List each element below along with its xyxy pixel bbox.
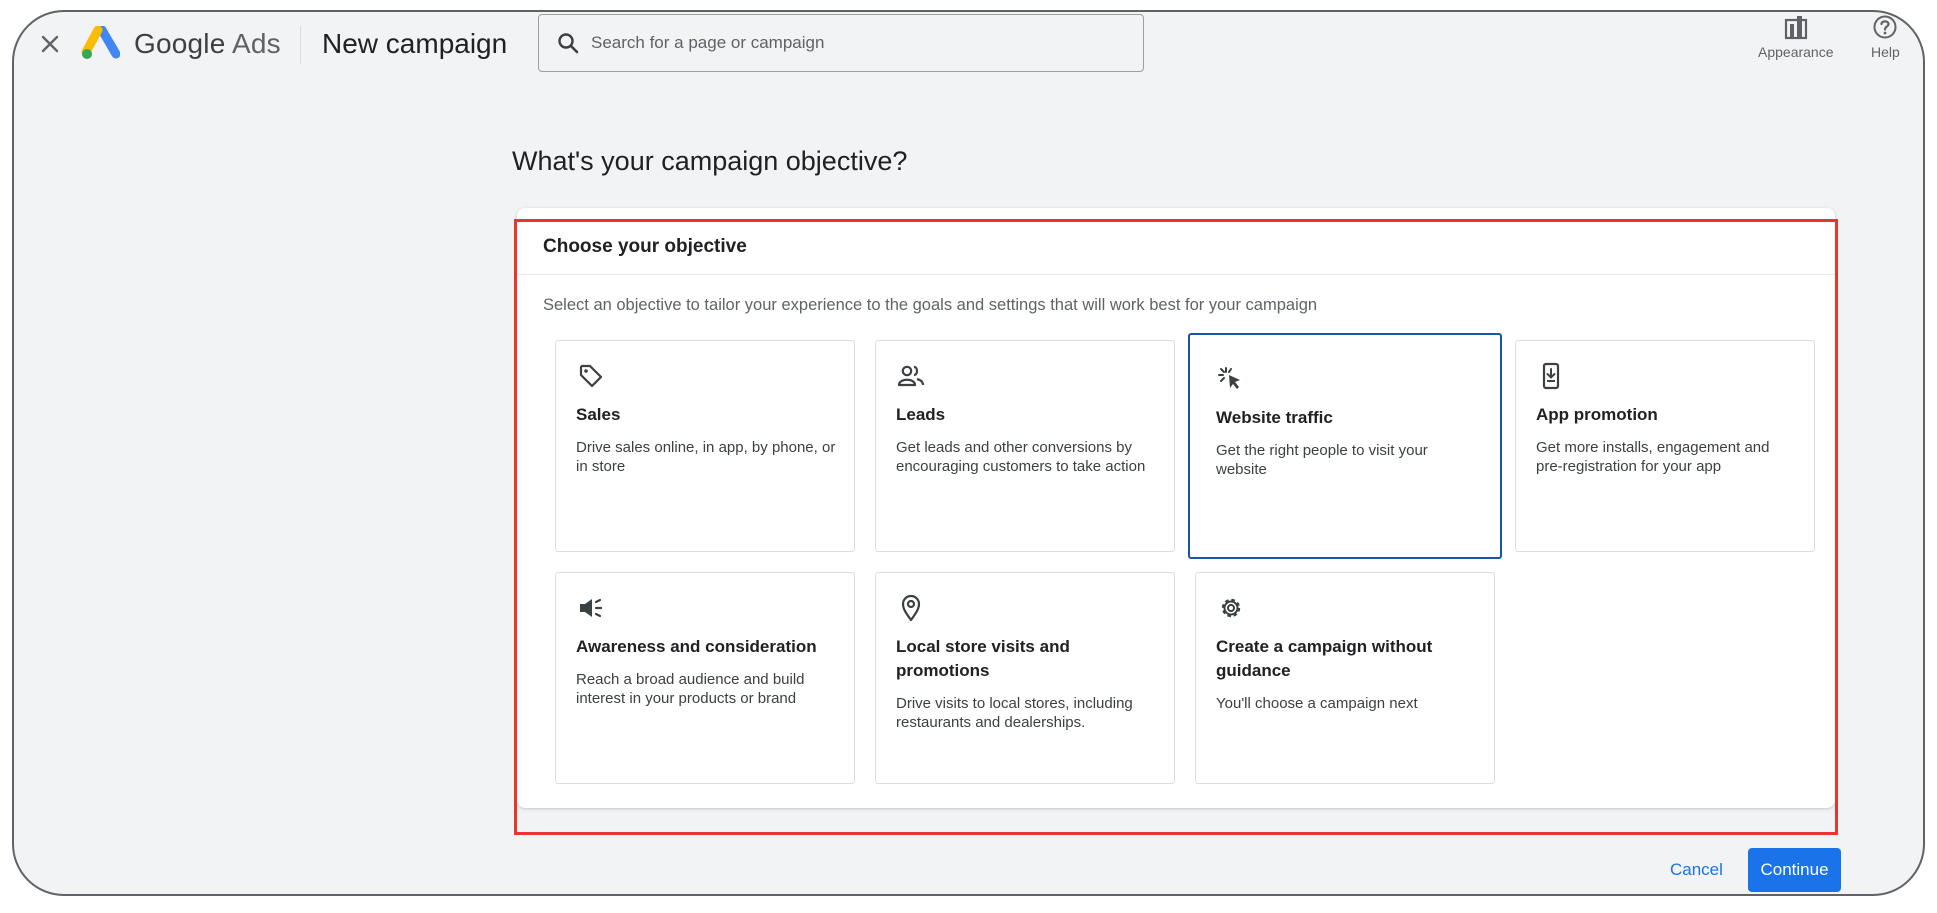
appearance-icon [1784, 16, 1807, 40]
objective-description: Get the right people to visit your websi… [1216, 442, 1428, 478]
objective-sales[interactable]: Sales Drive sales online, in app, by pho… [555, 340, 855, 552]
appearance-label: Appearance [1758, 44, 1834, 60]
page-title: New campaign [322, 28, 508, 59]
help-label: Help [1871, 44, 1900, 60]
close-button[interactable] [34, 28, 66, 60]
header-divider [300, 26, 301, 64]
objective-title: Leads [896, 405, 946, 424]
continue-button[interactable]: Continue [1748, 848, 1841, 892]
tag-icon [579, 364, 603, 388]
appearance-button[interactable]: Appearance [1758, 14, 1834, 60]
objective-leads[interactable]: Leads Get leads and other conversions by… [875, 340, 1175, 552]
objective-title: Website traffic [1216, 408, 1333, 427]
objective-title: Sales [576, 405, 621, 424]
card-title: Choose your objective [543, 236, 747, 257]
gear-icon [1221, 598, 1241, 618]
cancel-button[interactable]: Cancel [1670, 860, 1723, 880]
help-button[interactable]: Help [1871, 14, 1900, 60]
objective-description: Drive sales online, in app, by phone, or… [576, 439, 836, 475]
objective-app-promotion[interactable]: App promotion Get more installs, engagem… [1515, 340, 1815, 552]
brand-name: Google Ads [134, 28, 281, 59]
search-box[interactable] [538, 14, 1144, 72]
objective-description: Reach a broad audience and build interes… [576, 671, 805, 707]
phone-download-icon [1542, 362, 1560, 390]
objective-awareness[interactable]: Awareness and consideration Reach a broa… [555, 572, 855, 784]
objective-title: Local store visits and promotions [896, 637, 1070, 680]
objective-title: Create a campaign without guidance [1216, 637, 1433, 680]
close-icon [41, 35, 59, 53]
search-input[interactable] [591, 33, 1111, 53]
search-icon [558, 33, 579, 54]
objective-description: Drive visits to local stores, including … [896, 695, 1133, 731]
objective-local-store-visits[interactable]: Local store visits and promotions Drive … [875, 572, 1175, 784]
objective-description: You'll choose a campaign next [1216, 695, 1418, 712]
objective-no-guidance[interactable]: Create a campaign without guidance You'l… [1195, 572, 1495, 784]
objective-title: App promotion [1536, 405, 1658, 424]
card-divider [517, 274, 1835, 275]
objective-question: What's your campaign objective? [512, 146, 908, 176]
objective-website-traffic[interactable]: Website traffic Get the right people to … [1188, 333, 1502, 559]
help-icon [1873, 15, 1897, 39]
objective-description: Get leads and other conversions by encou… [896, 439, 1146, 475]
megaphone-icon [580, 598, 603, 618]
location-pin-icon [901, 594, 921, 622]
objective-description: Get more installs, engagement and pre-re… [1536, 439, 1770, 475]
card-subtitle: Select an objective to tailor your exper… [543, 296, 1318, 314]
app-window: Google Ads New campaign Appearance [12, 10, 1925, 896]
people-icon [897, 365, 925, 387]
objective-card: Choose your objective Select an objectiv… [517, 208, 1835, 808]
objective-title: Awareness and consideration [576, 637, 817, 656]
cursor-click-icon [1218, 367, 1240, 389]
google-ads-logo [81, 26, 120, 59]
top-bar: Google Ads New campaign Appearance [14, 12, 1923, 84]
